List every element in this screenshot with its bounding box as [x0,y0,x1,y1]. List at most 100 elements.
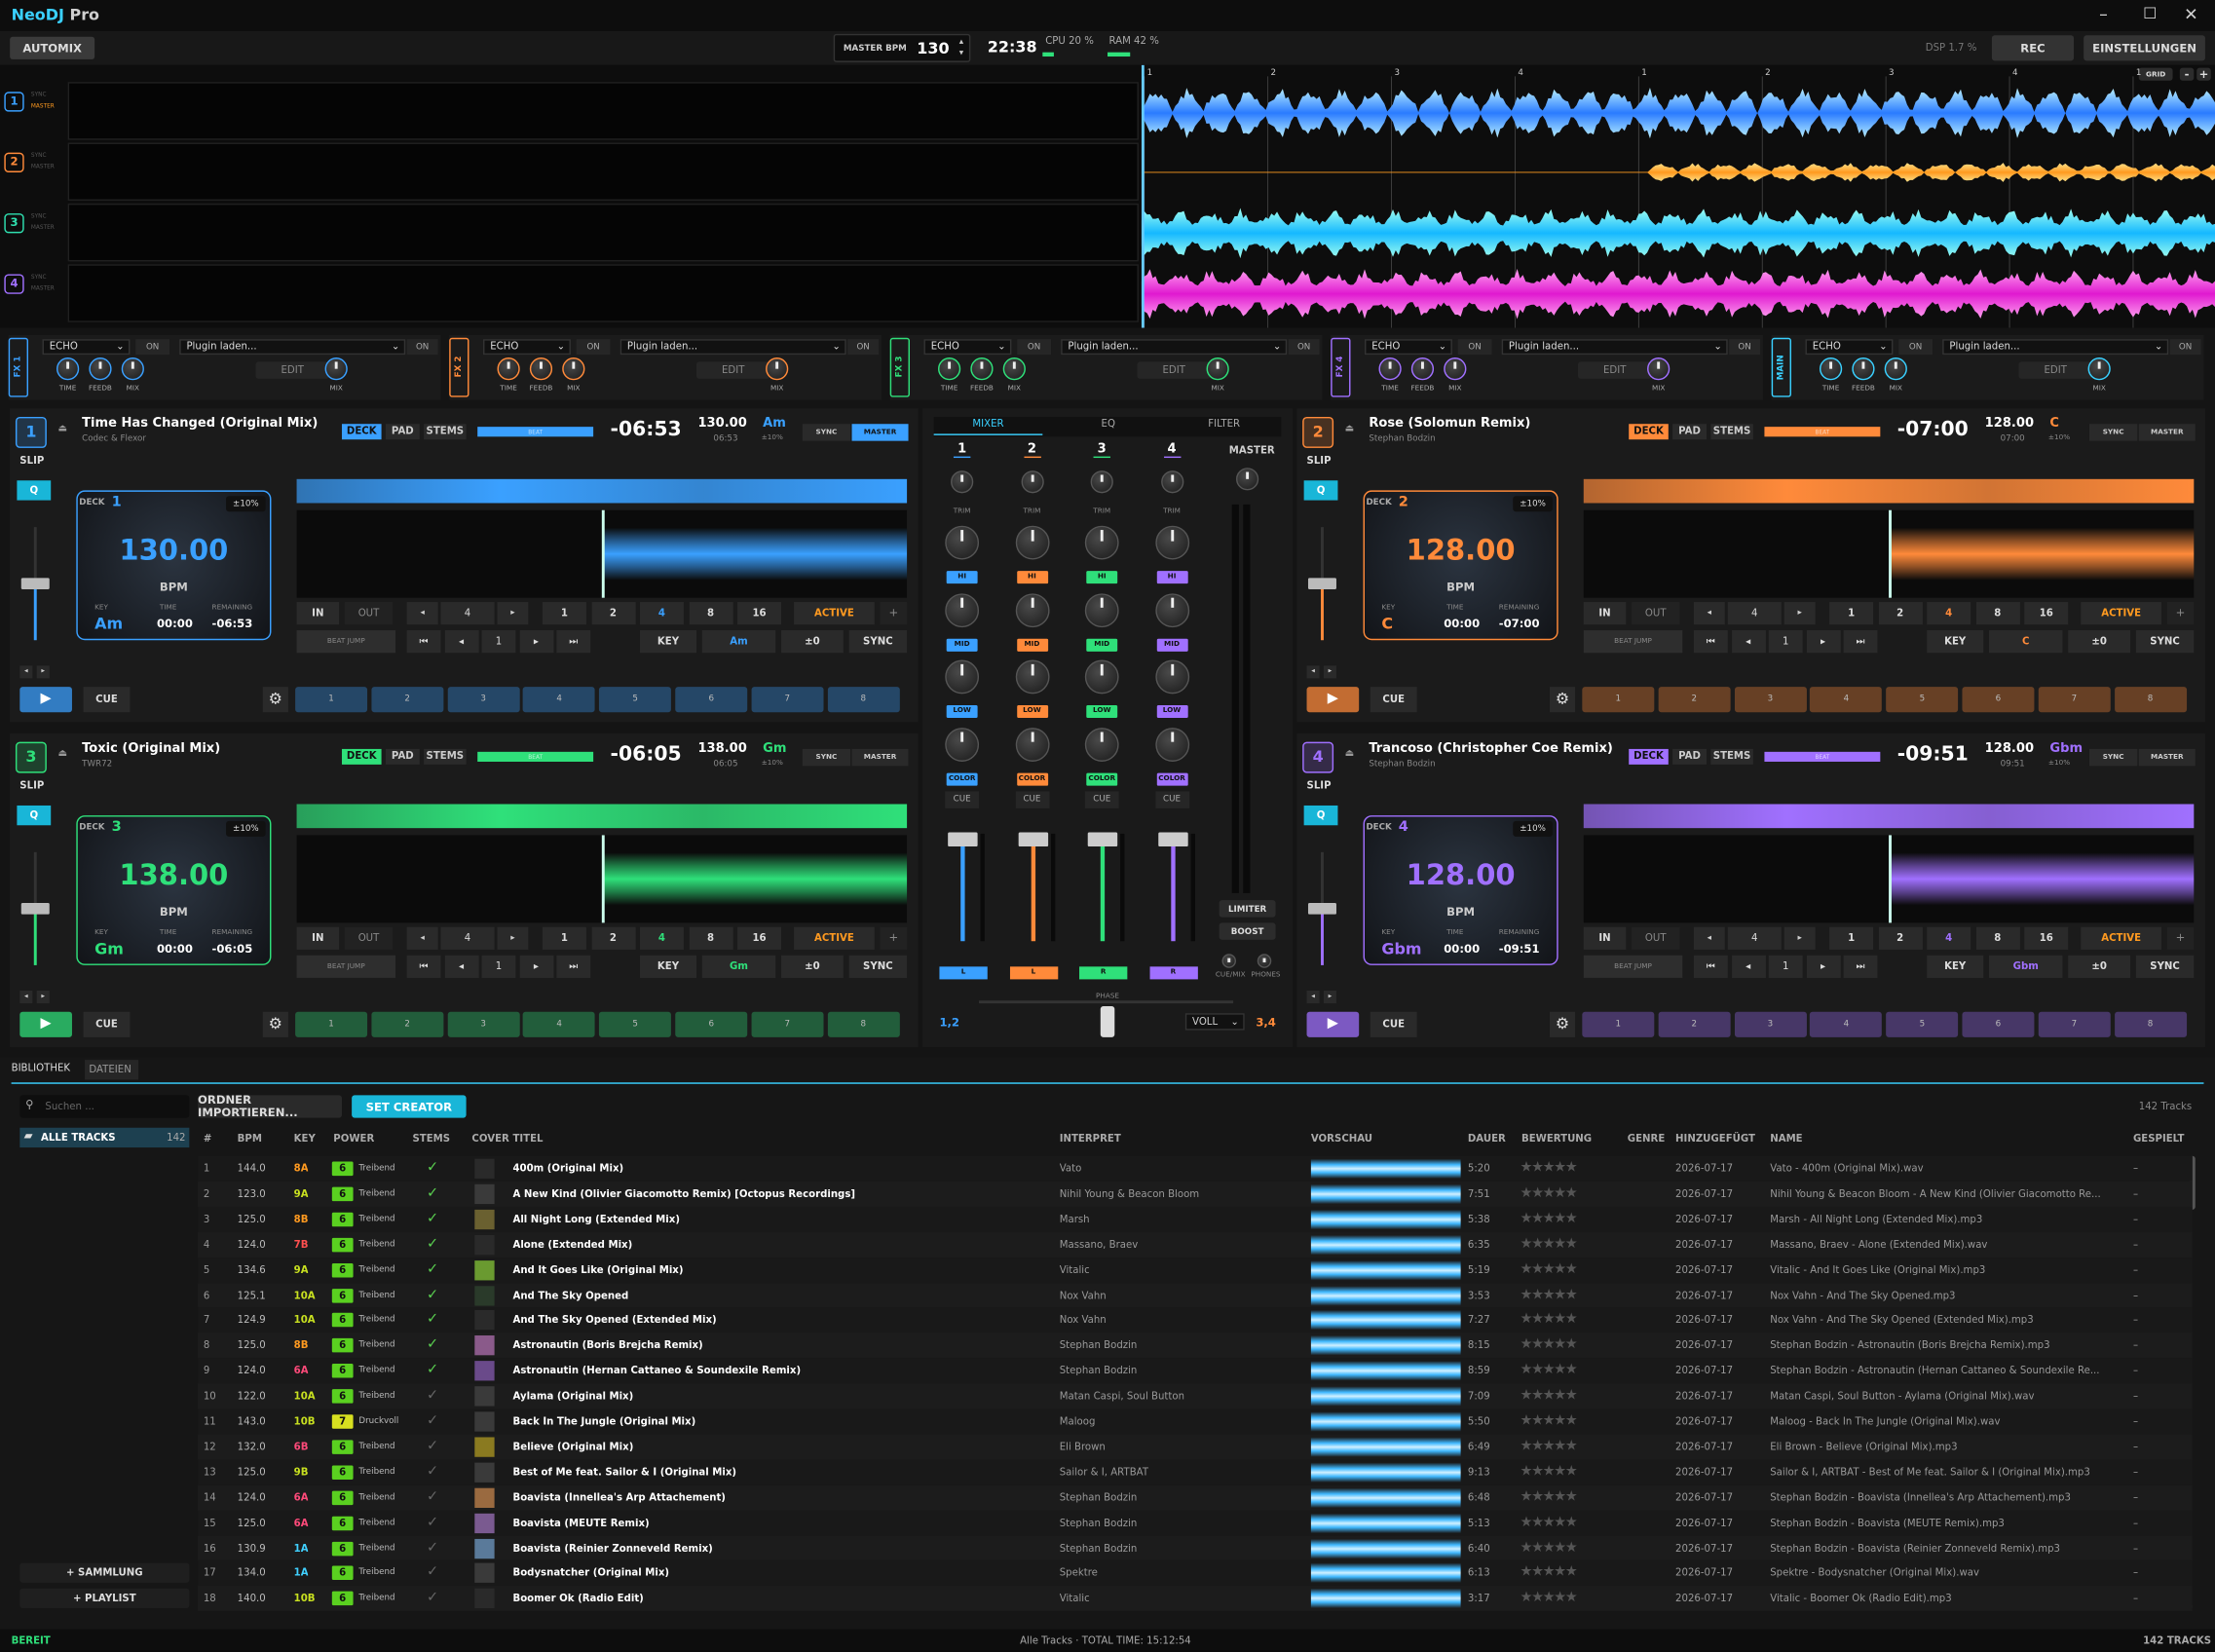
lane-number[interactable]: 2 [4,152,24,172]
key-select[interactable]: C [1989,630,2063,654]
cue-mix-knob[interactable] [1221,954,1237,968]
row-preview-waveform[interactable] [1310,1259,1461,1280]
row-preview-waveform[interactable] [1310,1158,1461,1179]
eq-color-label[interactable]: COLOR [1016,771,1048,785]
rec-button[interactable]: REC [1991,35,2075,61]
minimize-icon[interactable]: – [2099,4,2108,23]
sidebar-item-all-tracks[interactable]: ▰ ALLE TRACKS 142 [19,1127,190,1148]
deck-master-button[interactable]: MASTER [2138,424,2196,441]
beat-jump-button[interactable]: BEAT JUMP [1583,955,1683,978]
row-rating-stars[interactable]: ★★★★★ [1520,1434,1578,1459]
hot-cue-pad[interactable]: 2 [371,1011,444,1037]
key-shift[interactable]: ±0 [781,630,844,654]
fx-effect-select[interactable]: ECHO ⌄ [483,339,571,356]
column-header[interactable]: KEY [294,1134,316,1145]
key-lock-button[interactable]: KEY [1927,630,1984,654]
fx-knob-feedb[interactable] [1852,357,1875,381]
loop-size[interactable]: 4 [1727,602,1782,625]
gear-icon[interactable]: ⚙ [1549,687,1576,713]
row-rating-stars[interactable]: ★★★★★ [1520,1358,1578,1383]
plugin-select[interactable]: Plugin laden... ⌄ [1061,339,1288,356]
table-row[interactable]: 13 125.0 9B Best of Me feat. Sailor & I (Or… [198,1459,2193,1485]
eq-mid-knob[interactable] [1084,592,1119,627]
quantize-button[interactable]: Q [17,480,52,501]
row-rating-stars[interactable]: ★★★★★ [1520,1408,1578,1434]
deck-mode-deck[interactable]: DECK [341,748,382,765]
eject-icon[interactable]: ⏏ [1345,423,1355,434]
hot-cue-pad[interactable]: 3 [1734,687,1807,713]
key-lock-button[interactable]: KEY [639,630,696,654]
hot-cue-pad[interactable]: 1 [1582,687,1655,713]
eq-low-knob[interactable] [1015,659,1049,695]
deck-mode-pad[interactable]: PAD [1672,424,1707,440]
hot-cue-pad[interactable]: 1 [295,1011,368,1037]
eq-low-knob[interactable] [945,659,980,695]
loop-length-button[interactable]: 8 [1975,602,2020,625]
eq-low-label[interactable]: LOW [1156,704,1187,719]
crossfader-assign[interactable]: R [1079,966,1128,980]
overview-waveform[interactable] [1141,88,2215,139]
loop-add-button[interactable]: + [2166,926,2195,950]
column-header[interactable]: VORSCHAU [1311,1134,1372,1145]
row-rating-stars[interactable]: ★★★★★ [1520,1182,1578,1207]
eject-icon[interactable]: ⏏ [1345,747,1355,759]
close-icon[interactable]: ✕ [2184,4,2198,23]
add-collection-button[interactable]: + SAMMLUNG [19,1562,190,1583]
channel-fader-handle[interactable] [1017,832,1048,847]
plugin-mix-knob[interactable] [2087,357,2111,381]
fx-on-button[interactable]: ON [1898,339,1933,356]
loop-add-button[interactable]: + [880,926,908,950]
deck-waveform-overview[interactable] [296,478,908,504]
fx-knob-mix[interactable] [562,357,585,381]
table-row[interactable]: 3 125.0 8B All Night Long (Extended Mix) Mar… [198,1206,2193,1232]
fx-knob-feedb[interactable] [89,357,112,381]
deck-waveform-overview[interactable] [1583,478,2195,504]
jump-forward-far-icon[interactable]: ⏭ [556,955,591,978]
deck-waveform-overview[interactable] [296,804,908,829]
deck-mode-deck[interactable]: DECK [341,424,382,440]
jump-back-icon[interactable]: ◂ [1731,955,1766,978]
loop-out-button[interactable]: OUT [344,926,394,950]
column-header[interactable]: DAUER [1468,1134,1506,1145]
plugin-on-button[interactable]: ON [847,339,880,356]
loop-in-button[interactable]: IN [296,602,340,625]
hot-cue-pad[interactable]: 4 [523,687,596,713]
pitch-bend-left-icon[interactable]: ◂ [1306,991,1320,1004]
hot-cue-pad[interactable]: 6 [1962,687,2035,713]
deck-master-button[interactable]: MASTER [2138,748,2196,767]
jog-pitch-range[interactable]: ±10% [226,820,266,837]
fx-knob-time[interactable] [497,357,520,381]
gear-icon[interactable]: ⚙ [262,1011,288,1037]
plugin-select[interactable]: Plugin laden... ⌄ [1942,339,2169,356]
deck-mode-pad[interactable]: PAD [1672,748,1707,765]
bpm-up-icon[interactable]: ▴ [959,37,963,47]
play-icon[interactable]: ▶ [19,687,72,713]
tab-files[interactable]: DATEIEN [85,1060,139,1080]
row-preview-waveform[interactable] [1310,1589,1461,1609]
slip-button[interactable]: SLIP [19,455,44,467]
column-header[interactable]: HINZUGEFÜGT [1675,1134,1755,1145]
hot-cue-pad[interactable]: 3 [447,1011,520,1037]
plugin-mix-knob[interactable] [1647,357,1671,381]
jump-forward-icon[interactable]: ▸ [1806,630,1841,654]
loop-double-icon[interactable]: ▸ [1783,602,1816,625]
channel-cue-button[interactable]: CUE [945,791,980,808]
table-row[interactable]: 12 132.0 6B Believe (Original Mix) Eli Brown… [198,1434,2193,1460]
loop-length-button[interactable]: 1 [542,926,586,950]
quantize-button[interactable]: Q [17,805,52,826]
overview-waveform[interactable] [1141,269,2215,319]
pitch-fader-handle[interactable] [20,578,50,589]
add-playlist-button[interactable]: + PLAYLIST [19,1588,190,1609]
deck-mode-pad[interactable]: PAD [385,748,420,765]
set-creator-button[interactable]: SET CREATOR [352,1095,467,1118]
eq-hi-knob[interactable] [1154,525,1189,560]
deck-number[interactable]: 3 [15,741,47,773]
trim-knob[interactable] [1020,470,1044,494]
table-row[interactable]: 1 144.0 8A 400m (Original Mix) Vato 5:20 2026-… [198,1155,2193,1182]
lane-number[interactable]: 3 [4,213,24,234]
key-lock-button[interactable]: KEY [1927,955,1984,978]
row-rating-stars[interactable]: ★★★★★ [1520,1586,1578,1611]
table-row[interactable]: 4 124.0 7B Alone (Extended Mix) Massano, Bra… [198,1231,2193,1258]
jump-forward-icon[interactable]: ▸ [518,955,553,978]
fx-on-button[interactable]: ON [135,339,170,356]
